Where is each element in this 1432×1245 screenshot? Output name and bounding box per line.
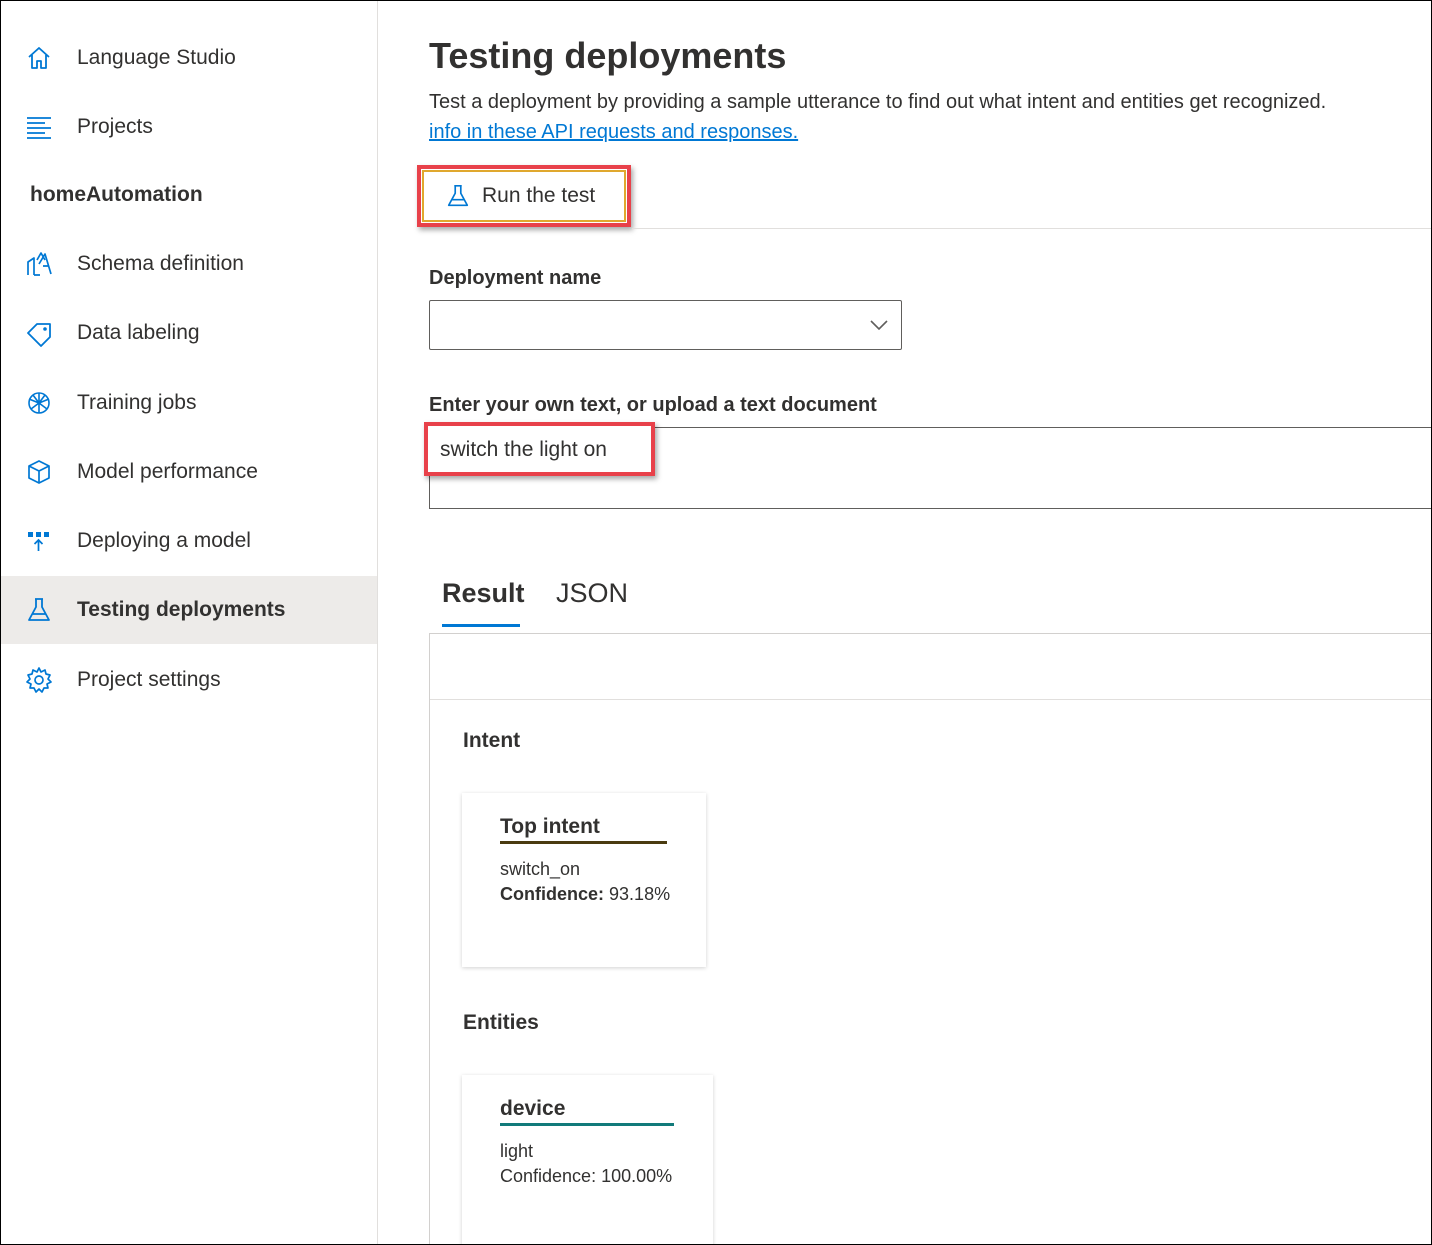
page-title: Testing deployments [429,35,787,76]
sidebar: Language Studio Projects homeAutomation … [1,1,378,1244]
command-bar-divider [632,228,1431,229]
sidebar-item-label: Training jobs [77,391,197,414]
tab-json[interactable]: JSON [556,578,628,609]
sidebar-item-label: Model performance [77,460,258,483]
sidebar-item-data-labeling[interactable]: Data labeling [1,299,377,367]
sidebar-item-label: Language Studio [77,46,236,69]
sidebar-item-language-studio[interactable]: Language Studio [1,24,377,92]
entity-card: device light Confidence: 100.00% [462,1075,713,1244]
deploy-icon [25,527,53,555]
schema-icon [25,250,53,278]
brain-icon [25,389,53,417]
sidebar-item-training-jobs[interactable]: Training jobs [1,369,377,437]
home-icon [25,44,53,72]
sidebar-item-label: Schema definition [77,252,244,275]
entity-confidence: Confidence: 100.00% [500,1166,673,1186]
run-test-label: Run the test [482,184,596,207]
tag-icon [25,319,53,347]
deployment-name-label: Deployment name [429,267,602,289]
project-name: homeAutomation [30,183,203,206]
sidebar-item-label: Data labeling [77,321,200,344]
flask-icon [445,183,471,209]
page-description: Test a deployment by providing a sample … [429,91,1327,113]
result-panel: Intent Top intent switch_on Confidence: … [429,633,1431,1244]
run-test-button[interactable]: Run the test [417,165,631,227]
intent-confidence-label: Confidence: [500,884,605,904]
intent-card-bar [500,841,667,844]
utterance-text-highlight[interactable]: switch the light on [424,422,655,476]
intent-confidence-value: 93.18% [609,884,671,904]
sidebar-item-label: Testing deployments [77,598,286,621]
sidebar-item-label: Projects [77,115,153,138]
sidebar-item-testing-deployments[interactable]: Testing deployments [1,576,377,644]
active-tab-indicator [442,624,520,627]
intent-card: Top intent switch_on Confidence: 93.18% [462,793,706,967]
intent-confidence: Confidence: 93.18% [500,884,670,905]
entity-value: light [500,1141,534,1161]
sidebar-item-label: Project settings [77,668,221,691]
sidebar-item-schema-definition[interactable]: Schema definition [1,230,377,298]
intent-value: switch_on [500,859,581,879]
entity-card-bar [500,1123,674,1126]
sidebar-item-project-settings[interactable]: Project settings [1,646,377,714]
deployment-name-dropdown[interactable] [429,300,902,350]
entities-heading: Entities [463,1011,539,1034]
chevron-down-icon [869,315,889,335]
intent-heading: Intent [463,729,521,752]
tab-result[interactable]: Result [442,578,525,609]
cube-icon [25,458,53,486]
flask-icon [25,596,53,624]
sidebar-item-deploying-a-model[interactable]: Deploying a model [1,507,377,575]
result-divider [430,699,1431,700]
sidebar-item-label: Deploying a model [77,529,251,552]
sidebar-item-model-performance[interactable]: Model performance [1,438,377,506]
gear-icon [25,666,53,694]
sidebar-item-projects[interactable]: Projects [1,93,377,161]
text-input-label: Enter your own text, or upload a text do… [429,394,877,416]
intent-card-title: Top intent [500,815,600,838]
list-icon [25,113,53,141]
api-info-link[interactable]: info in these API requests and responses… [429,121,798,144]
main-content: Testing deployments Test a deployment by… [378,1,1431,1244]
utterance-text: switch the light on [440,438,607,461]
entity-card-title: device [500,1097,566,1120]
